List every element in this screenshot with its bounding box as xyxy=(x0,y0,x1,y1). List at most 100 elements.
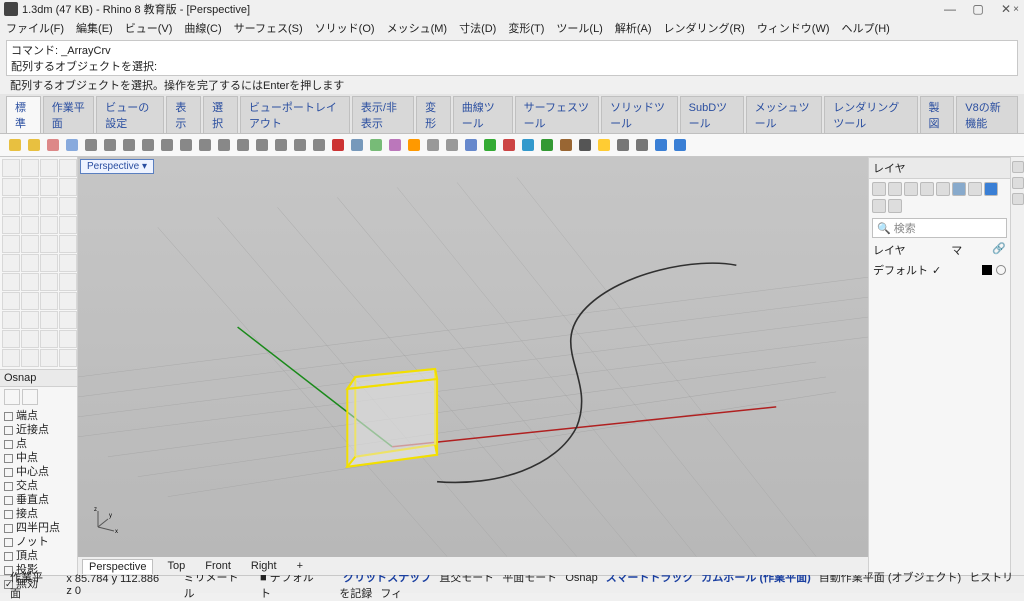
checkbox-icon[interactable] xyxy=(4,412,13,421)
menu-item[interactable]: ファイル(F) xyxy=(6,20,64,36)
tool-button[interactable] xyxy=(2,330,20,348)
ribbon-tab[interactable]: ビューポートレイアウト xyxy=(240,96,350,133)
tool-button[interactable] xyxy=(59,349,77,367)
layer-color-swatch[interactable] xyxy=(982,265,992,275)
status-toggle[interactable]: フィ xyxy=(376,588,406,600)
ribbon-tab[interactable]: ソリッドツール xyxy=(601,96,678,133)
checkbox-icon[interactable] xyxy=(4,454,13,463)
tool-button[interactable] xyxy=(40,292,58,310)
tool-button[interactable] xyxy=(21,254,39,272)
tool-button[interactable] xyxy=(40,235,58,253)
tool-button[interactable] xyxy=(21,311,39,329)
tool-button[interactable] xyxy=(59,273,77,291)
toolbar-button[interactable] xyxy=(291,136,309,154)
toolbar-button[interactable] xyxy=(481,136,499,154)
menu-item[interactable]: ツール(L) xyxy=(556,20,602,36)
menu-item[interactable]: 編集(E) xyxy=(76,20,113,36)
tool-button[interactable] xyxy=(21,273,39,291)
toolbar-button[interactable] xyxy=(633,136,651,154)
selected-box[interactable] xyxy=(347,369,437,467)
checkbox-icon[interactable] xyxy=(4,440,13,449)
toolbar-button[interactable] xyxy=(329,136,347,154)
tool-button[interactable] xyxy=(2,178,20,196)
tool-button[interactable] xyxy=(2,292,20,310)
ribbon-tab[interactable]: 表示 xyxy=(166,96,201,133)
toolbar-button[interactable] xyxy=(386,136,404,154)
tool-button[interactable] xyxy=(2,273,20,291)
maximize-button[interactable]: ▢ xyxy=(964,1,992,17)
tool-button[interactable] xyxy=(21,330,39,348)
ribbon-tab[interactable]: 表示/非表示 xyxy=(352,96,414,133)
ribbon-tab[interactable]: 作業平面 xyxy=(43,96,94,133)
ribbon-tab[interactable]: SubDツール xyxy=(680,96,744,133)
tool-button[interactable] xyxy=(40,311,58,329)
move-up-icon[interactable] xyxy=(920,182,934,196)
minimize-button[interactable]: — xyxy=(936,1,964,17)
tool-button[interactable] xyxy=(21,292,39,310)
checkbox-icon[interactable] xyxy=(4,524,13,533)
toolbar-button[interactable] xyxy=(405,136,423,154)
menu-item[interactable]: メッシュ(M) xyxy=(387,20,448,36)
ribbon-tab[interactable]: V8の新機能 xyxy=(956,96,1018,133)
tool-button[interactable] xyxy=(59,159,77,177)
new-layer-icon[interactable] xyxy=(872,182,886,196)
viewport-tab[interactable]: Top xyxy=(161,559,191,573)
viewport-tab[interactable]: Perspective xyxy=(82,559,153,574)
tool-button[interactable] xyxy=(59,330,77,348)
osnap-item[interactable]: 接点 xyxy=(4,507,73,521)
tool-button[interactable] xyxy=(40,197,58,215)
ribbon-tab[interactable]: 選択 xyxy=(203,96,238,133)
toolbar-button[interactable] xyxy=(177,136,195,154)
filter-icon[interactable] xyxy=(952,182,966,196)
menu-item[interactable]: 寸法(D) xyxy=(459,20,496,36)
toolbar-button[interactable] xyxy=(614,136,632,154)
osnap-close-icon[interactable]: × xyxy=(1010,4,1022,15)
toolbar-button[interactable] xyxy=(44,136,62,154)
tool-button[interactable] xyxy=(21,159,39,177)
toolbar-button[interactable] xyxy=(82,136,100,154)
tool-button[interactable] xyxy=(2,235,20,253)
osnap-item[interactable]: 交点 xyxy=(4,479,73,493)
ribbon-tab[interactable]: 製図 xyxy=(920,96,955,133)
tool-button[interactable] xyxy=(40,178,58,196)
tool-button[interactable] xyxy=(59,216,77,234)
side-tab-1[interactable] xyxy=(1012,161,1024,173)
menu-item[interactable]: ヘルプ(H) xyxy=(842,20,890,36)
tool-button[interactable] xyxy=(40,216,58,234)
help-icon[interactable] xyxy=(984,182,998,196)
toolbar-button[interactable] xyxy=(595,136,613,154)
osnap-item[interactable]: 中点 xyxy=(4,451,73,465)
menu-item[interactable]: ウィンドウ(W) xyxy=(757,20,830,36)
move-down-icon[interactable] xyxy=(936,182,950,196)
toolbar-button[interactable] xyxy=(576,136,594,154)
tool-button[interactable] xyxy=(59,254,77,272)
path-curve[interactable] xyxy=(437,263,736,482)
viewport-tab[interactable]: + xyxy=(291,559,309,573)
checkbox-icon[interactable] xyxy=(4,468,13,477)
ribbon-tab[interactable]: サーフェスツール xyxy=(515,96,599,133)
checkbox-icon[interactable] xyxy=(4,552,13,561)
tool-button[interactable] xyxy=(59,235,77,253)
toolbar-button[interactable] xyxy=(63,136,81,154)
menu-item[interactable]: レンダリング(R) xyxy=(664,20,745,36)
toolbar-button[interactable] xyxy=(367,136,385,154)
viewport-label[interactable]: Perspective ▾ xyxy=(80,159,154,174)
menu-item[interactable]: 解析(A) xyxy=(615,20,652,36)
toolbar-button[interactable] xyxy=(424,136,442,154)
toolbar-button[interactable] xyxy=(652,136,670,154)
toolbar-button[interactable] xyxy=(120,136,138,154)
tool-button[interactable] xyxy=(21,235,39,253)
checkbox-icon[interactable] xyxy=(4,510,13,519)
status-cplane[interactable]: 作業平面 xyxy=(6,569,54,601)
tool-button[interactable] xyxy=(40,330,58,348)
osnap-filter-icon[interactable] xyxy=(22,389,38,405)
tool-button[interactable] xyxy=(59,311,77,329)
checkbox-icon[interactable] xyxy=(4,496,13,505)
layer-material-circle-icon[interactable] xyxy=(996,265,1006,275)
ribbon-tab[interactable]: 標準 xyxy=(6,96,41,133)
osnap-item[interactable]: ノット xyxy=(4,535,73,549)
checkbox-icon[interactable] xyxy=(4,426,13,435)
tool-button[interactable] xyxy=(21,349,39,367)
side-tab-2[interactable] xyxy=(1012,177,1024,189)
toolbar-button[interactable] xyxy=(671,136,689,154)
